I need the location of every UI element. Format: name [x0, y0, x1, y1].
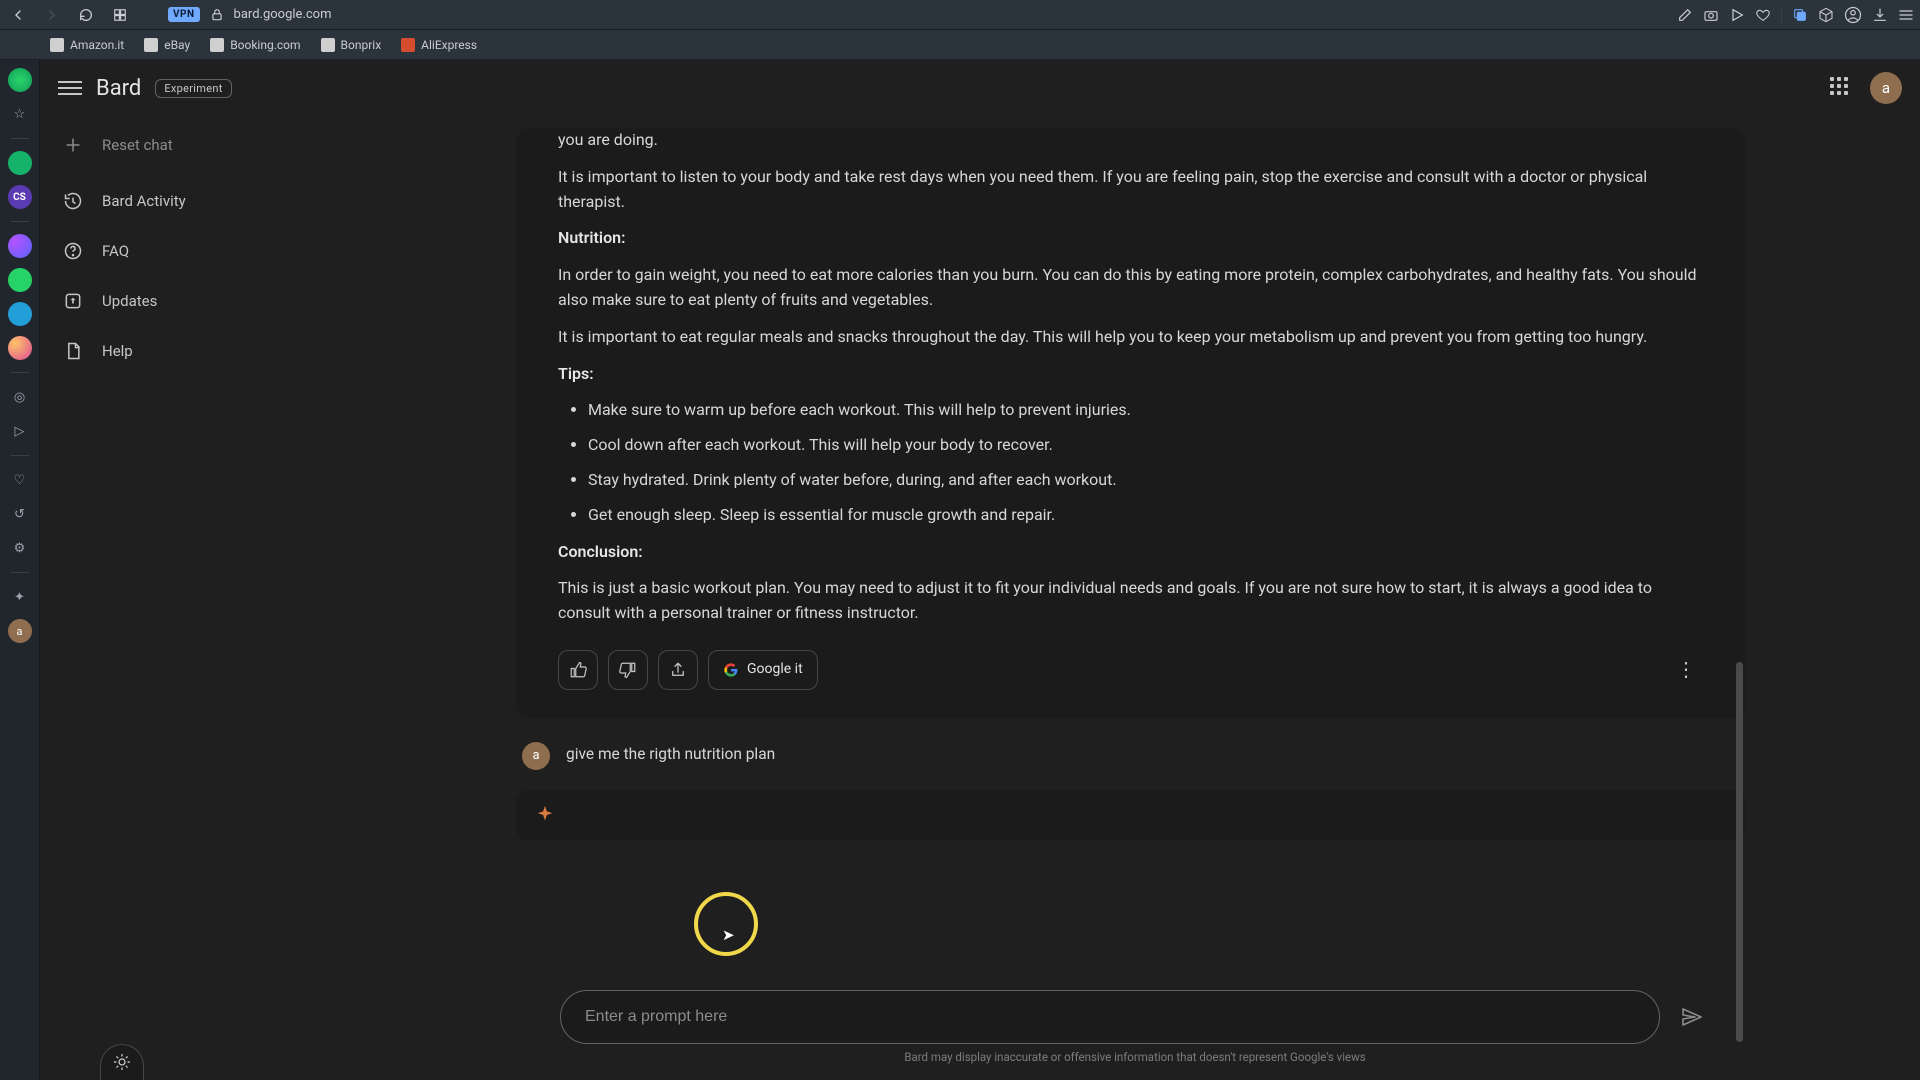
- browser-toolbar: VPN bard.google.com: [0, 0, 1920, 30]
- prompt-input[interactable]: [585, 1008, 1635, 1026]
- download-icon[interactable]: [1872, 7, 1888, 23]
- theme-toggle-button[interactable]: [100, 1044, 144, 1080]
- vpn-badge: VPN: [168, 7, 200, 22]
- prompt-area: Bard may display inaccurate or offensive…: [560, 990, 1710, 1064]
- bookmark-item[interactable]: eBay: [144, 38, 190, 52]
- cursor-pointer: ➤: [722, 926, 735, 944]
- thumbs-up-button[interactable]: [558, 650, 598, 690]
- tabs-button[interactable]: [108, 3, 132, 27]
- answer-paragraph: you are doing.: [558, 128, 1704, 153]
- chat-main: you are doing. It is important to listen…: [516, 128, 1746, 1080]
- dock-app-icon[interactable]: [8, 336, 32, 360]
- url-text[interactable]: bard.google.com: [234, 7, 332, 22]
- back-button[interactable]: [6, 3, 30, 27]
- copy-icon[interactable]: [1792, 7, 1808, 23]
- cursor-highlight: [694, 892, 758, 956]
- sidebar-item-updates[interactable]: Updates: [40, 276, 340, 326]
- message-actions: Google it ⋮: [558, 650, 1704, 690]
- sidebar: Reset chat Bard Activity FAQ Updates Hel…: [40, 116, 340, 1080]
- answer-heading: Tips:: [558, 364, 594, 383]
- brand-text: Bard: [96, 76, 141, 101]
- os-dock: ☆ CS ◎ ▷ ♡ ↺ ⚙ ✦ a: [0, 60, 40, 1080]
- plus-icon: [62, 134, 84, 156]
- sidebar-item-faq[interactable]: FAQ: [40, 226, 340, 276]
- disclaimer-text: Bard may display inaccurate or offensive…: [560, 1050, 1710, 1064]
- updates-icon: [62, 290, 84, 312]
- app-header: Bard Experiment a: [40, 60, 1920, 116]
- thumbs-down-button[interactable]: [608, 650, 648, 690]
- sidebar-item-label: Help: [102, 342, 133, 360]
- cube-icon[interactable]: [1818, 7, 1834, 23]
- account-avatar[interactable]: a: [1870, 72, 1902, 104]
- sidebar-item-help[interactable]: Help: [40, 326, 340, 376]
- bookmarks-bar: Amazon.it eBay Booking.com Bonprix AliEx…: [0, 30, 1920, 60]
- dock-settings-icon[interactable]: ⚙: [8, 536, 32, 560]
- dock-app-icon[interactable]: [8, 268, 32, 292]
- send-button[interactable]: [1674, 999, 1710, 1035]
- bookmark-item[interactable]: AliExpress: [401, 38, 477, 52]
- answer-list-item: Stay hydrated. Drink plenty of water bef…: [588, 468, 1704, 493]
- answer-list-item: Make sure to warm up before each workout…: [588, 398, 1704, 423]
- lock-icon: [210, 8, 224, 22]
- bard-app: Bard Experiment a Reset chat Bard Activi…: [40, 60, 1920, 1080]
- sidebar-item-label: Updates: [102, 292, 157, 310]
- help-icon: [62, 240, 84, 262]
- dock-spark-icon[interactable]: ✦: [8, 585, 32, 609]
- answer-paragraph: In order to gain weight, you need to eat…: [558, 263, 1704, 313]
- bookmark-item[interactable]: Bonprix: [321, 38, 382, 52]
- user-message-text: give me the rigth nutrition plan: [566, 745, 775, 763]
- dock-heart-icon[interactable]: ♡: [8, 468, 32, 492]
- user-circle-icon[interactable]: [1844, 6, 1862, 24]
- dock-app-icon[interactable]: [8, 68, 32, 92]
- dock-play-icon[interactable]: ▷: [8, 419, 32, 443]
- user-message: a give me the rigth nutrition plan: [516, 742, 1746, 770]
- reload-button[interactable]: [74, 3, 98, 27]
- google-it-label: Google it: [747, 659, 803, 681]
- play-outline-icon[interactable]: [1729, 7, 1745, 23]
- scrollbar-thumb[interactable]: [1736, 662, 1743, 1042]
- dock-app-icon[interactable]: [8, 302, 32, 326]
- menu-button[interactable]: [58, 76, 82, 100]
- sidebar-item-activity[interactable]: Bard Activity: [40, 176, 340, 226]
- history-icon: [62, 190, 84, 212]
- dock-avatar-icon[interactable]: a: [8, 619, 32, 643]
- user-avatar: a: [522, 742, 550, 770]
- more-options-button[interactable]: ⋮: [1668, 652, 1704, 688]
- doc-icon: [62, 340, 84, 362]
- heart-icon[interactable]: [1755, 7, 1771, 23]
- edit-icon[interactable]: [1677, 7, 1693, 23]
- answer-paragraph: It is important to eat regular meals and…: [558, 325, 1704, 350]
- camera-icon[interactable]: [1703, 7, 1719, 23]
- spark-icon: [534, 804, 556, 826]
- google-it-button[interactable]: Google it: [708, 650, 818, 690]
- answer-heading: Nutrition:: [558, 228, 625, 247]
- share-button[interactable]: [658, 650, 698, 690]
- answer-list-item: Get enough sleep. Sleep is essential for…: [588, 503, 1704, 528]
- google-logo-icon: [723, 662, 739, 678]
- answer-paragraph: This is just a basic workout plan. You m…: [558, 576, 1704, 626]
- sidebar-item-label: FAQ: [102, 242, 129, 260]
- answer-list-item: Cool down after each workout. This will …: [588, 433, 1704, 458]
- prompt-input-container[interactable]: [560, 990, 1660, 1044]
- bookmark-item[interactable]: Amazon.it: [50, 38, 124, 52]
- forward-button[interactable]: [40, 3, 64, 27]
- sidebar-item-reset-chat[interactable]: Reset chat: [40, 120, 340, 170]
- experiment-badge: Experiment: [155, 79, 231, 98]
- sidebar-item-label: Reset chat: [102, 136, 173, 154]
- dock-circle-icon[interactable]: ◎: [8, 385, 32, 409]
- answer-heading: Conclusion:: [558, 542, 643, 561]
- bookmark-item[interactable]: Booking.com: [210, 38, 300, 52]
- sidebar-item-label: Bard Activity: [102, 192, 186, 210]
- dock-star-icon[interactable]: ☆: [8, 102, 32, 126]
- dock-app-icon[interactable]: [8, 151, 32, 175]
- assistant-message: you are doing. It is important to listen…: [516, 128, 1746, 718]
- answer-paragraph: It is important to listen to your body a…: [558, 165, 1704, 215]
- assistant-thinking: [516, 790, 1746, 840]
- dock-history-icon[interactable]: ↺: [8, 502, 32, 526]
- browser-menu-icon[interactable]: [1898, 7, 1914, 23]
- google-apps-button[interactable]: [1830, 77, 1852, 99]
- dock-app-icon[interactable]: [8, 234, 32, 258]
- dock-app-icon[interactable]: CS: [8, 185, 32, 209]
